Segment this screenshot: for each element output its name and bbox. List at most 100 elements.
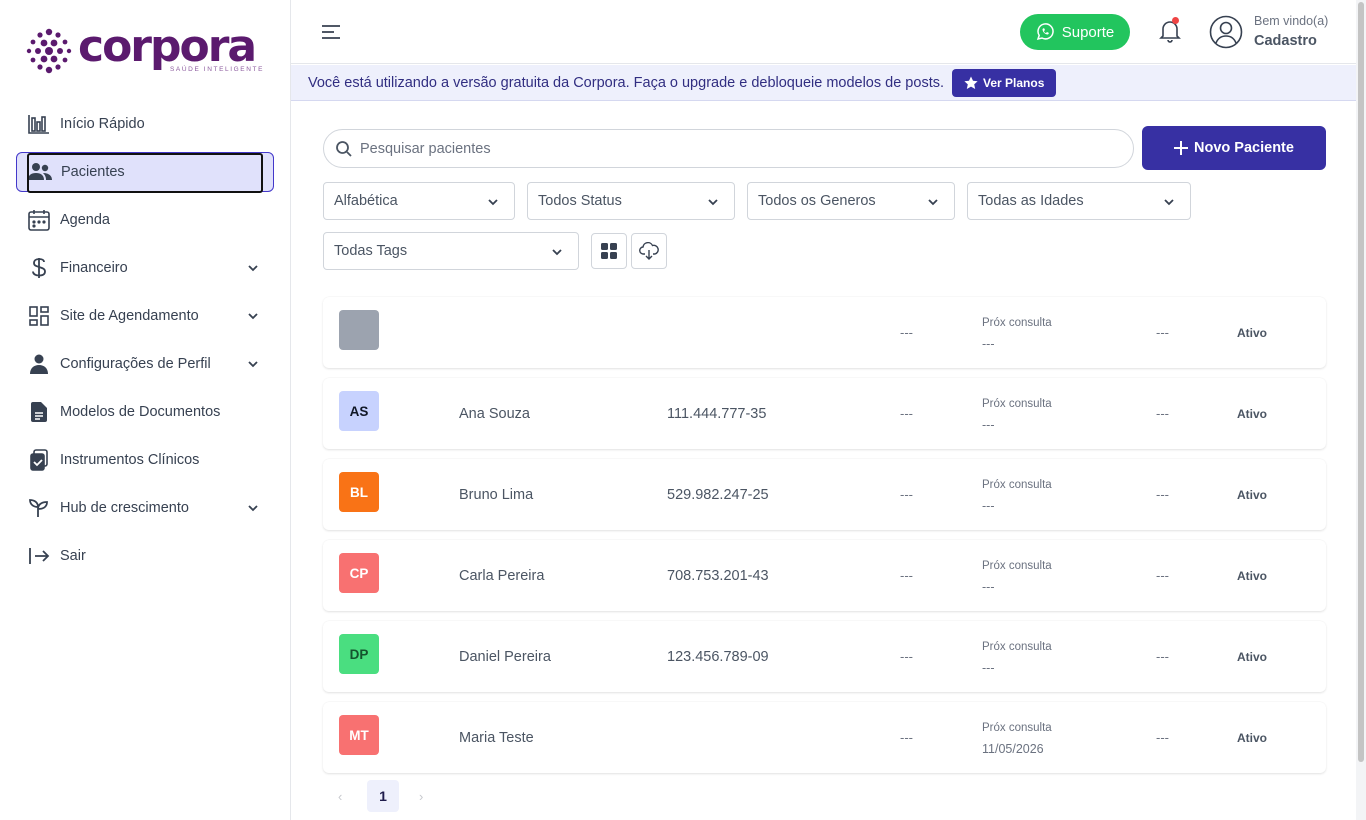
- logout-icon: [27, 544, 51, 568]
- patient-avatar: CP: [339, 553, 379, 593]
- patient-row[interactable]: AS Ana Souza 111.444.777-35 --- Próx con…: [323, 378, 1326, 449]
- status-badge: Ativo: [1237, 569, 1267, 583]
- next-appointment-value: ---: [982, 337, 995, 351]
- sidebar-item-financeiro[interactable]: Financeiro: [16, 248, 274, 288]
- sidebar-item-label: Site de Agendamento: [60, 308, 199, 324]
- patient-extra: ---: [1156, 325, 1169, 340]
- patient-cpf: 123.456.789-09: [667, 649, 769, 665]
- patient-row[interactable]: MT Maria Teste --- Próx consulta 11/05/2…: [323, 702, 1326, 773]
- status-select[interactable]: Todos Status: [527, 182, 735, 220]
- sidebar-item-label: Sair: [60, 548, 86, 564]
- patient-avatar: [339, 310, 379, 350]
- tags-select[interactable]: Todas Tags: [323, 232, 579, 270]
- bar-chart-icon: [27, 112, 51, 136]
- patient-cpf: 529.982.247-25: [667, 487, 769, 503]
- status-badge: Ativo: [1237, 407, 1267, 421]
- patient-row[interactable]: BL Bruno Lima 529.982.247-25 --- Próx co…: [323, 459, 1326, 530]
- person-icon: [27, 352, 51, 376]
- clipboard-icon: [27, 448, 51, 472]
- patient-row[interactable]: CP Carla Pereira 708.753.201-43 --- Próx…: [323, 540, 1326, 611]
- download-button[interactable]: [631, 233, 667, 269]
- logo-mark-icon: [26, 28, 72, 74]
- status-badge: Ativo: [1237, 326, 1267, 340]
- age-select[interactable]: Todas as Idades: [967, 182, 1191, 220]
- patient-row[interactable]: DP Daniel Pereira 123.456.789-09 --- Pró…: [323, 621, 1326, 692]
- sidebar-item-pacientes[interactable]: Pacientes: [16, 152, 274, 193]
- chevron-down-icon: [248, 265, 258, 272]
- cloud-download-icon: [639, 242, 659, 260]
- sidebar-item-label: Modelos de Documentos: [60, 404, 221, 420]
- patient-phone: ---: [900, 325, 913, 340]
- sort-select[interactable]: Alfabética: [323, 182, 515, 220]
- user-avatar-icon[interactable]: [1209, 15, 1243, 49]
- pagination-page-1[interactable]: 1: [367, 780, 399, 812]
- gender-select-value: Todos os Generos: [758, 193, 876, 209]
- status-badge: Ativo: [1237, 731, 1267, 745]
- patient-cpf: 111.444.777-35: [667, 406, 767, 422]
- banner-text: Você está utilizando a versão gratuita d…: [308, 74, 944, 91]
- pagination-next[interactable]: ›: [419, 789, 423, 804]
- search-input[interactable]: [360, 140, 1080, 157]
- sidebar-item-label: Agenda: [60, 212, 110, 228]
- sidebar: corpora SAÚDE INTELIGENTE Início Rápido …: [0, 0, 291, 820]
- focus-ring: [27, 153, 263, 193]
- next-appointment-value: ---: [982, 661, 995, 675]
- chevron-down-icon: [708, 199, 718, 206]
- patient-avatar: MT: [339, 715, 379, 755]
- support-label: Suporte: [1061, 23, 1115, 41]
- next-appointment-label: Próx consulta: [982, 722, 1052, 734]
- plus-icon: [1174, 141, 1189, 155]
- next-appointment-value: ---: [982, 580, 995, 594]
- next-appointment-value: ---: [982, 418, 995, 432]
- sidebar-item-inicio-rapido[interactable]: Início Rápido: [16, 104, 274, 144]
- document-icon: [27, 400, 51, 424]
- new-patient-button[interactable]: Novo Paciente: [1142, 126, 1326, 170]
- sidebar-item-site-agendamento[interactable]: Site de Agendamento: [16, 296, 274, 336]
- pagination-prev[interactable]: ‹: [338, 789, 342, 804]
- page-scrollbar[interactable]: [1356, 0, 1366, 820]
- brand-tagline: SAÚDE INTELIGENTE: [170, 66, 265, 73]
- sidebar-item-modelos-documentos[interactable]: Modelos de Documentos: [16, 392, 274, 432]
- next-appointment-value: 11/05/2026: [982, 742, 1044, 756]
- patient-extra: ---: [1156, 568, 1169, 583]
- tags-select-value: Todas Tags: [334, 243, 408, 259]
- sidebar-item-instrumentos-clinicos[interactable]: Instrumentos Clínicos: [16, 440, 274, 480]
- support-button[interactable]: Suporte: [1020, 14, 1130, 50]
- patient-name: Carla Pereira: [459, 568, 545, 584]
- age-select-value: Todas as Idades: [978, 193, 1084, 209]
- chevron-down-icon: [248, 505, 258, 512]
- welcome-text: Bem vindo(a): [1254, 14, 1329, 28]
- patient-phone: ---: [900, 649, 913, 664]
- patient-row[interactable]: --- Próx consulta --- --- Ativo: [323, 297, 1326, 368]
- chevron-down-icon: [248, 361, 258, 368]
- sidebar-item-label: Início Rápido: [60, 116, 145, 132]
- menu-toggle-icon[interactable]: [321, 24, 341, 40]
- patient-extra: ---: [1156, 406, 1169, 421]
- sidebar-item-hub-crescimento[interactable]: Hub de crescimento: [16, 488, 274, 528]
- upgrade-banner: Você está utilizando a versão gratuita d…: [291, 65, 1356, 101]
- patient-cpf: 708.753.201-43: [667, 568, 769, 584]
- patient-name: Ana Souza: [459, 406, 530, 422]
- next-appointment-value: ---: [982, 499, 995, 513]
- next-appointment-label: Próx consulta: [982, 560, 1052, 572]
- top-header: Suporte Bem vindo(a) Cadastro: [291, 0, 1356, 64]
- chevron-down-icon: [1164, 199, 1174, 206]
- grid-view-button[interactable]: [591, 233, 627, 269]
- sidebar-item-sair[interactable]: Sair: [16, 536, 274, 576]
- gender-select[interactable]: Todos os Generos: [747, 182, 955, 220]
- view-plans-button[interactable]: Ver Planos: [952, 68, 1057, 97]
- brand-logo[interactable]: corpora SAÚDE INTELIGENTE: [26, 25, 265, 76]
- dollar-icon: [27, 256, 51, 280]
- sidebar-item-configuracoes-perfil[interactable]: Configurações de Perfil: [16, 344, 274, 384]
- calendar-icon: [27, 208, 51, 232]
- sidebar-item-agenda[interactable]: Agenda: [16, 200, 274, 240]
- scrollbar-thumb[interactable]: [1358, 2, 1364, 762]
- patient-phone: ---: [900, 568, 913, 583]
- view-plans-label: Ver Planos: [983, 75, 1045, 90]
- next-appointment-label: Próx consulta: [982, 479, 1052, 491]
- chevron-down-icon: [248, 313, 258, 320]
- patient-avatar: AS: [339, 391, 379, 431]
- dashboard-icon: [27, 304, 51, 328]
- next-appointment-label: Próx consulta: [982, 641, 1052, 653]
- username[interactable]: Cadastro: [1254, 33, 1317, 49]
